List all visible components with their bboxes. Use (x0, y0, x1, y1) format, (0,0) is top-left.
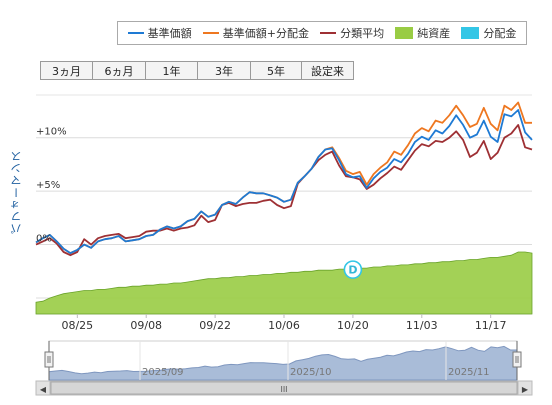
chart-legend: 基準価額 基準価額+分配金 分類平均 純資産 分配金 (117, 21, 527, 45)
scrollbar-track[interactable] (35, 380, 533, 396)
y-axis-label: パフォーマンス (10, 150, 23, 234)
series-lines-layer (35, 101, 533, 257)
navigator-frame (48, 340, 518, 381)
navigator-label: 2025/10 (290, 367, 332, 378)
legend-swatch-category-average (320, 32, 337, 34)
legend-label-nav: 基準価額 (147, 27, 192, 40)
navigator-handle-left[interactable] (44, 351, 54, 368)
legend-swatch-nav-plus-dividend (202, 32, 219, 34)
legend-item-nav[interactable]: 基準価額 (127, 25, 192, 41)
distribution-marker-label: D (348, 264, 357, 277)
x-tick-label: 10/06 (268, 319, 300, 332)
scrollbar-left-button[interactable] (35, 380, 51, 396)
x-tick-label: 11/03 (406, 319, 438, 332)
distribution-marker[interactable] (343, 260, 363, 279)
range-button-3m[interactable]: 3ヵ月 (40, 61, 93, 80)
series-line-nav-plus-dividend (35, 101, 532, 255)
x-tick-label: 08/25 (61, 319, 93, 332)
legend-swatch-net-assets (395, 27, 414, 39)
range-selector: 3ヵ月 6ヵ月 1年 3年 5年 設定来 (40, 61, 354, 80)
legend-label-dividend: 分配金 (483, 27, 517, 40)
series-area-net-assets (35, 251, 533, 315)
scroll-right-arrow: ▶ (522, 385, 529, 394)
legend-swatch-dividend (461, 27, 480, 39)
legend-swatch-nav (127, 32, 144, 34)
legend-label-category-average: 分類平均 (340, 27, 385, 40)
range-button-5y[interactable]: 5年 (251, 61, 302, 80)
x-tick-labels: 08/25 09/08 09/22 10/06 10/20 11/03 11/17 (61, 314, 507, 332)
range-button-since-inception[interactable]: 設定来 (302, 61, 354, 80)
y-tick-label: +10% (36, 127, 67, 138)
range-button-1y[interactable]: 1年 (146, 61, 198, 80)
scroll-left-arrow: ◀ (40, 385, 47, 394)
legend-label-nav-plus-dividend: 基準価額+分配金 (222, 27, 309, 40)
series-line-category-average (35, 124, 533, 257)
scrollbar-thumb[interactable] (50, 381, 518, 395)
y-tick-label: 0% (36, 234, 52, 245)
legend-item-category-average[interactable]: 分類平均 (320, 25, 384, 41)
series-line-nav (35, 109, 533, 255)
x-tick-label: 09/08 (130, 319, 162, 332)
legend-item-dividend[interactable]: 分配金 (461, 25, 516, 41)
y-tick-label: +5% (36, 180, 60, 191)
legend-item-net-assets[interactable]: 純資産 (395, 25, 450, 41)
scrollbar-right-button[interactable] (517, 380, 533, 396)
net-assets-area-layer (35, 251, 533, 315)
distribution-marker-layer: D (343, 260, 363, 279)
x-tick-label: 11/17 (475, 319, 507, 332)
navigator: 2025/09 2025/10 2025/11 ◀ ▶ III (35, 340, 533, 396)
legend-label-net-assets: 純資産 (417, 27, 451, 40)
range-button-6m[interactable]: 6ヵ月 (93, 61, 146, 80)
x-tick-label: 10/20 (337, 319, 369, 332)
navigator-handle-right[interactable] (512, 351, 522, 368)
range-button-3y[interactable]: 3年 (198, 61, 251, 80)
fund-performance-chart: 基準価額 基準価額+分配金 分類平均 純資産 分配金 3ヵ月 6ヵ月 1年 3年… (0, 0, 552, 405)
grid-layer (36, 94, 532, 315)
y-tick-labels: 0% +5% +10% (36, 127, 67, 245)
scrollbar-grip: III (280, 385, 287, 394)
x-tick-label: 09/22 (199, 319, 231, 332)
legend-item-nav-plus-dividend[interactable]: 基準価額+分配金 (202, 25, 309, 41)
navigator-series-area (48, 345, 518, 381)
navigator-label: 2025/11 (448, 367, 490, 378)
navigator-label: 2025/09 (142, 367, 184, 378)
